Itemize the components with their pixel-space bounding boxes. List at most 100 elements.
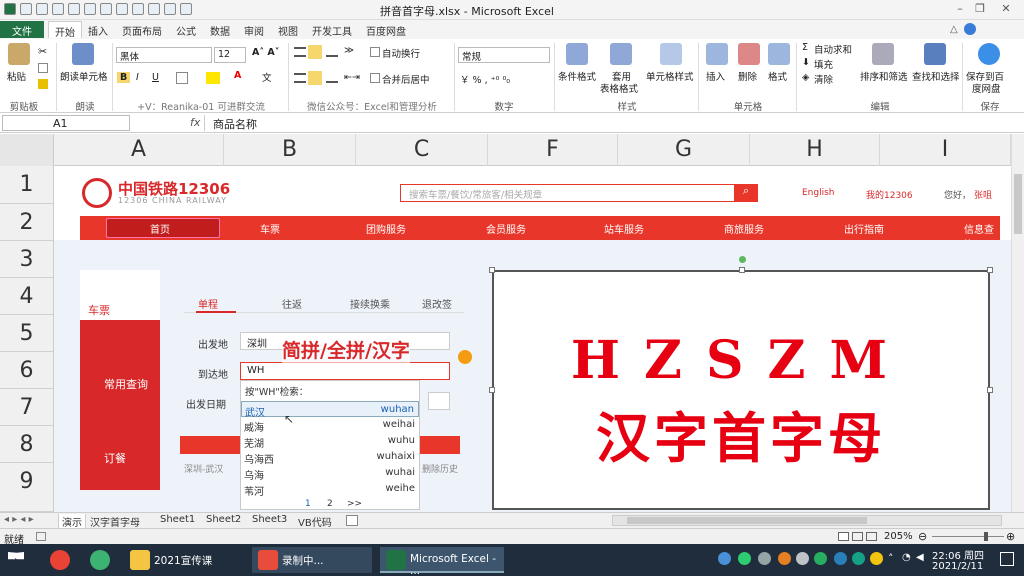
zoom-in-icon[interactable]: ⊕: [1006, 530, 1015, 543]
ribbon-collapse-icon[interactable]: △: [950, 24, 958, 35]
side-item-query[interactable]: 常用查询: [104, 376, 148, 392]
undo-icon[interactable]: [52, 3, 64, 15]
tray-app2-icon[interactable]: [870, 552, 883, 565]
tab-home[interactable]: 开始: [48, 21, 82, 39]
tab-baidu[interactable]: 百度网盘: [360, 21, 412, 38]
italic-button[interactable]: I: [136, 72, 139, 83]
format-painter-icon[interactable]: [38, 79, 48, 89]
list-item[interactable]: 乌海 wuhai: [241, 465, 419, 482]
side-item-meal[interactable]: 订餐: [104, 450, 126, 466]
page-link[interactable]: 2: [327, 499, 333, 509]
trip-tab-transfer[interactable]: 接续换乘: [350, 296, 390, 311]
history-item[interactable]: 深圳-武汉: [184, 462, 223, 475]
filter-icon[interactable]: [148, 3, 160, 15]
font-name-select[interactable]: 黑体: [116, 47, 212, 63]
resize-handle[interactable]: [489, 387, 495, 393]
autosum-button[interactable]: 自动求和: [814, 42, 852, 56]
camera-icon[interactable]: [116, 3, 128, 15]
merge-center-button[interactable]: 合并后居中: [382, 72, 430, 86]
sort-filter-icon[interactable]: [872, 43, 894, 65]
cut-icon[interactable]: ✂: [38, 45, 47, 58]
calendar-icon[interactable]: [428, 392, 450, 410]
wrap-text-button[interactable]: 自动换行: [382, 46, 420, 60]
cond-format-icon[interactable]: [566, 43, 588, 65]
row-header[interactable]: 3: [0, 241, 54, 278]
zoom-slider[interactable]: [932, 536, 1004, 537]
windows-start-icon[interactable]: [8, 552, 24, 560]
new-sheet-icon[interactable]: [346, 515, 358, 526]
row-header[interactable]: 8: [0, 426, 54, 463]
sort-desc-icon[interactable]: [100, 3, 112, 15]
read-cells-icon[interactable]: [72, 43, 94, 65]
clear-button[interactable]: 清除: [814, 72, 833, 86]
underline-button[interactable]: U: [152, 72, 159, 83]
list-item[interactable]: 芜湖 wuhu: [241, 433, 419, 450]
align-bottom-icon[interactable]: [326, 47, 338, 57]
list-item[interactable]: 苇河 weihe: [241, 481, 419, 498]
redo-icon[interactable]: [68, 3, 80, 15]
page-layout-view-icon[interactable]: [852, 532, 863, 541]
nav-item-member[interactable]: 会员服务: [486, 221, 526, 236]
tab-developer[interactable]: 开发工具: [306, 21, 358, 38]
h-scroll-thumb[interactable]: [627, 517, 867, 524]
list-item[interactable]: 武汉 wuhan: [241, 401, 419, 419]
my12306-link[interactable]: 我的12306: [866, 188, 913, 201]
nav-item-station[interactable]: 站车服务: [604, 221, 644, 236]
select-all-corner[interactable]: [0, 134, 54, 166]
read-cells-button[interactable]: 朗读单元格: [60, 69, 108, 83]
nav-item-guide[interactable]: 出行指南: [844, 221, 884, 236]
fill-button[interactable]: 填充: [814, 57, 833, 71]
volume-icon[interactable]: ◀: [916, 552, 924, 563]
row-header[interactable]: 1: [0, 166, 54, 204]
sheet-tab[interactable]: Sheet3: [252, 514, 287, 525]
scroll-thumb[interactable]: [1014, 174, 1022, 234]
trip-tab-single[interactable]: 单程: [198, 296, 218, 311]
nav-item-home[interactable]: 首页: [150, 221, 170, 236]
notification-icon[interactable]: [1000, 552, 1014, 566]
tray-app-icon[interactable]: [852, 552, 865, 565]
resize-handle[interactable]: [739, 267, 745, 273]
resize-handle[interactable]: [489, 267, 495, 273]
border-icon[interactable]: [176, 72, 188, 84]
find-select-icon[interactable]: [924, 43, 946, 65]
format-icon[interactable]: [180, 3, 192, 15]
trip-tab-refund[interactable]: 退改签: [422, 296, 452, 311]
rotate-handle[interactable]: [739, 256, 746, 263]
macro-record-icon[interactable]: [36, 532, 46, 541]
row-header[interactable]: 5: [0, 315, 54, 352]
tab-insert[interactable]: 插入: [82, 21, 114, 38]
tab-page-layout[interactable]: 页面布局: [116, 21, 168, 38]
grow-font-icon[interactable]: A˄ A˅: [252, 47, 280, 58]
insert-cells-icon[interactable]: [706, 43, 728, 65]
taskbar-app-excel[interactable]: Microsoft Excel - ...: [380, 547, 504, 576]
row-header[interactable]: 7: [0, 389, 54, 426]
insert-cells-button[interactable]: 插入: [706, 69, 725, 83]
taskbar-time[interactable]: 22:06 周四: [932, 547, 984, 562]
align-right-icon[interactable]: [326, 73, 338, 83]
column-header[interactable]: G: [618, 134, 750, 166]
paste-icon[interactable]: [8, 43, 30, 65]
page-break-view-icon[interactable]: [866, 532, 877, 541]
tray-bluetooth-icon[interactable]: [834, 552, 847, 565]
find-select-button[interactable]: 查找和选择: [912, 69, 960, 83]
trip-tab-round[interactable]: 往返: [282, 296, 302, 311]
taskbar-date[interactable]: 2021/2/11: [932, 561, 983, 572]
taskbar-app-folder[interactable]: 2021宣传课: [124, 547, 242, 573]
baidu-cloud-icon[interactable]: [978, 43, 1000, 65]
clear-history-link[interactable]: 删除历史: [422, 462, 458, 475]
resize-handle[interactable]: [987, 387, 993, 393]
side-item-tickets[interactable]: 车票: [88, 302, 110, 318]
search-input[interactable]: 搜索车票/餐饮/常旅客/相关规章: [400, 184, 736, 202]
format-cells-button[interactable]: 格式: [768, 69, 787, 83]
zoom-out-icon[interactable]: ⊖: [918, 530, 927, 543]
column-header[interactable]: C: [356, 134, 488, 166]
sort-asc-icon[interactable]: [84, 3, 96, 15]
bold-button[interactable]: B: [117, 72, 131, 83]
wifi-icon[interactable]: ◔: [902, 552, 911, 563]
row-header[interactable]: 6: [0, 352, 54, 389]
save-icon[interactable]: [20, 3, 32, 15]
font-color-icon[interactable]: [164, 3, 176, 15]
page-link[interactable]: 1: [305, 499, 311, 509]
tab-data[interactable]: 数据: [204, 21, 236, 38]
fx-icon[interactable]: fx: [190, 116, 200, 129]
